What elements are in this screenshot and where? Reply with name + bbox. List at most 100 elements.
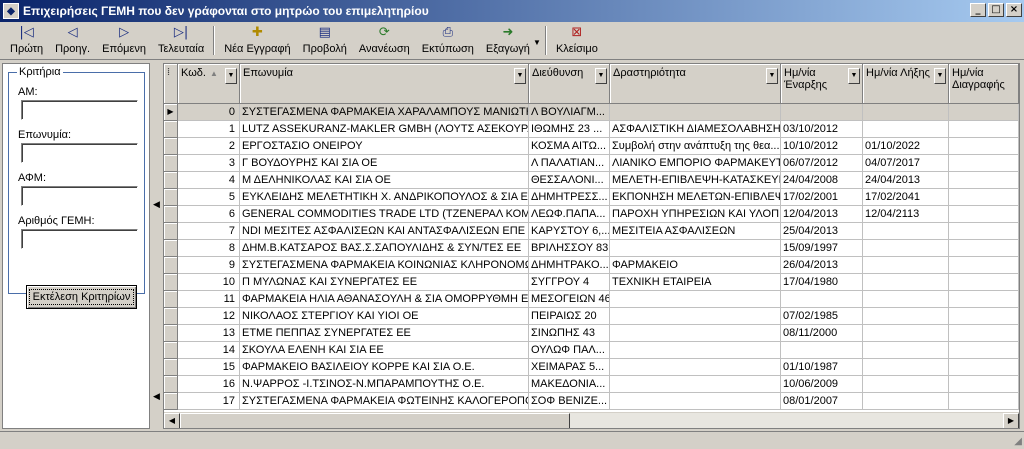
cell-activity[interactable]	[610, 240, 781, 257]
cell-start-date[interactable]: 07/02/1985	[781, 308, 863, 325]
cell-name[interactable]: ΝΙΚΟΛΑΟΣ ΣΤΕΡΓΙΟΥ ΚΑΙ ΥΙΟΙ ΟΕ	[240, 308, 529, 325]
grid-corner[interactable]: ⁞	[164, 64, 178, 104]
cell-end-date[interactable]	[863, 121, 949, 138]
cell-activity[interactable]	[610, 342, 781, 359]
cell-delete-date[interactable]	[949, 206, 1019, 223]
table-row[interactable]: 3Γ ΒΟΥΔΟΥΡΗΣ ΚΑΙ ΣΙΑ ΟΕ Λ ΠΑΛΑΤΙΑΝ... ΛΙΑΝ…	[164, 155, 1019, 172]
cell-delete-date[interactable]	[949, 393, 1019, 410]
cell-activity[interactable]: ΜΕΛΕΤΗ-ΕΠΙΒΛΕΨΗ-ΚΑΤΑΣΚΕΥΗ...	[610, 172, 781, 189]
cell-activity[interactable]: ΠΑΡΟΧΗ ΥΠΗΡΕΣΙΩΝ ΚΑΙ ΥΛΟΠ...	[610, 206, 781, 223]
cell-delete-date[interactable]	[949, 376, 1019, 393]
cell-name[interactable]: ΕΡΓΟΣΤΑΣΙΟ ΟΝΕΙΡΟΥ	[240, 138, 529, 155]
cell-start-date[interactable]	[781, 342, 863, 359]
cell-start-date[interactable]: 12/04/2013	[781, 206, 863, 223]
afm-input[interactable]	[21, 186, 138, 206]
cell-address[interactable]: ΣΟΦ ΒΕΝΙΖΕ...	[529, 393, 610, 410]
table-row[interactable]: 4Μ ΔΕΛΗΝΙΚΟΛΑΣ ΚΑΙ ΣΙΑ ΟΕ ΘΕΣΣΑΛΟΝΙ... ΜΕΛ…	[164, 172, 1019, 189]
column-filter-start-date-button[interactable]: ▼	[848, 68, 860, 84]
cell-code[interactable]: 0	[178, 104, 240, 121]
row-selector[interactable]	[164, 342, 178, 359]
cell-delete-date[interactable]	[949, 308, 1019, 325]
cell-delete-date[interactable]	[949, 342, 1019, 359]
cell-activity[interactable]	[610, 393, 781, 410]
cell-address[interactable]: ΚΑΡΥΣΤΟΥ 6,...	[529, 223, 610, 240]
cell-activity[interactable]	[610, 308, 781, 325]
cell-activity[interactable]	[610, 359, 781, 376]
cell-activity[interactable]	[610, 325, 781, 342]
minimize-button[interactable]: _	[970, 3, 986, 17]
cell-code[interactable]: 9	[178, 257, 240, 274]
cell-address[interactable]: ΠΕΙΡΑΙΩΣ 20	[529, 308, 610, 325]
table-row[interactable]: 16 Ν.ΨΑΡΡΟΣ -Ι.ΤΣΙΝΟΣ-Ν.ΜΠΑΡΑΜΠΟΥΤΗΣ Ο.Ε.…	[164, 376, 1019, 393]
execute-criteria-button[interactable]: Εκτέλεση Κριτηρίων	[26, 285, 137, 309]
table-row[interactable]: 8 ΔΗΜ.Β.ΚΑΤΣΑΡΟΣ ΒΑΣ.Σ.ΣΑΠΟΥΛΙΔΗΣ & ΣΥΝ/Τ…	[164, 240, 1019, 257]
row-selector[interactable]	[164, 121, 178, 138]
cell-name[interactable]: Μ ΔΕΛΗΝΙΚΟΛΑΣ ΚΑΙ ΣΙΑ ΟΕ	[240, 172, 529, 189]
row-selector[interactable]	[164, 393, 178, 410]
column-header-address[interactable]: Διεύθυνση ▼	[529, 64, 610, 104]
cell-start-date[interactable]	[781, 291, 863, 308]
scroll-thumb[interactable]	[180, 413, 570, 428]
column-header-delete-date[interactable]: Ημ/νία Διαγραφής	[949, 64, 1019, 104]
table-row[interactable]: 11 ΦΑΡΜΑΚΕΙΑ ΗΛΙΑ ΑΘΑΝΑΣΟΥΛΗ & ΣΙΑ ΟΜΟΡΡΥ…	[164, 291, 1019, 308]
table-row[interactable]: 5 ΕΥΚΛΕΙΔΗΣ ΜΕΛΕΤΗΤΙΚΗ Χ. ΑΝΔΡΙΚΟΠΟΥΛΟΣ &…	[164, 189, 1019, 206]
gemi-input[interactable]	[21, 229, 138, 249]
row-selector[interactable]	[164, 376, 178, 393]
cell-end-date[interactable]	[863, 376, 949, 393]
cell-activity[interactable]: Συμβολή στην ανάπτυξη της θεα...	[610, 138, 781, 155]
cell-end-date[interactable]: 01/10/2022	[863, 138, 949, 155]
cell-delete-date[interactable]	[949, 172, 1019, 189]
cell-end-date[interactable]	[863, 223, 949, 240]
cell-name[interactable]: ΕΥΚΛΕΙΔΗΣ ΜΕΛΕΤΗΤΙΚΗ Χ. ΑΝΔΡΙΚΟΠΟΥΛΟΣ & …	[240, 189, 529, 206]
cell-activity[interactable]	[610, 104, 781, 121]
cell-address[interactable]: ΒΡΙΛΗΣΣΟΥ 83	[529, 240, 610, 257]
collapse-left-icon[interactable]: ◀	[153, 199, 160, 210]
next-button[interactable]: ▷ Επόμενη	[96, 22, 152, 58]
cell-address[interactable]: ΜΑΚΕΔΟΝΙΑ...	[529, 376, 610, 393]
cell-delete-date[interactable]	[949, 189, 1019, 206]
row-selector[interactable]	[164, 138, 178, 155]
cell-end-date[interactable]	[863, 240, 949, 257]
cell-activity[interactable]: ΕΚΠΟΝΗΣΗ ΜΕΛΕΤΩΝ-ΕΠΙΒΛΕΨ...	[610, 189, 781, 206]
cell-end-date[interactable]: 24/04/2013	[863, 172, 949, 189]
name-input[interactable]	[21, 143, 138, 163]
am-input[interactable]	[21, 100, 138, 120]
panel-splitter[interactable]: ◀ ◀	[152, 63, 162, 429]
row-selector[interactable]	[164, 308, 178, 325]
cell-activity[interactable]: ΑΣΦΑΛΙΣΤΙΚΗ ΔΙΑΜΕΣΟΛΑΒΗΣΗ...	[610, 121, 781, 138]
current-row-indicator-icon[interactable]: ▶	[164, 104, 178, 121]
cell-end-date[interactable]	[863, 325, 949, 342]
collapse-left-icon-2[interactable]: ◀	[153, 391, 160, 402]
table-row[interactable]: 2 ΕΡΓΟΣΤΑΣΙΟ ΟΝΕΙΡΟΥ ΚΟΣΜΑ ΑΙΤΩ... Συμβολή …	[164, 138, 1019, 155]
table-row[interactable]: 14 ΣΚΟΥΛΑ ΕΛΕΝΗ ΚΑΙ ΣΙΑ ΕΕ ΟΥΛΩΦ ΠΑΛ...	[164, 342, 1019, 359]
cell-activity[interactable]: ΦΑΡΜΑΚΕΙΟ	[610, 257, 781, 274]
resize-grip-icon[interactable]: ◢	[1014, 436, 1022, 447]
cell-start-date[interactable]: 08/01/2007	[781, 393, 863, 410]
table-row[interactable]: 1 LUTZ ASSEKURANZ-MAKLER GMBH (ΛΟΥΤΣ ΑΣΕΚ…	[164, 121, 1019, 138]
cell-end-date[interactable]: 17/02/2041	[863, 189, 949, 206]
cell-start-date[interactable]: 01/10/1987	[781, 359, 863, 376]
cell-end-date[interactable]: 04/07/2017	[863, 155, 949, 172]
row-selector[interactable]	[164, 172, 178, 189]
cell-delete-date[interactable]	[949, 223, 1019, 240]
cell-end-date[interactable]: 12/04/2113	[863, 206, 949, 223]
cell-start-date[interactable]: 06/07/2012	[781, 155, 863, 172]
table-row[interactable]: ▶ 0 ΣΥΣΤΕΓΑΣΜΕΝΑ ΦΑΡΜΑΚΕΙΑ ΧΑΡΑΛΑΜΠΟΥΣ ΜΑΝ…	[164, 104, 1019, 121]
cell-code[interactable]: 1	[178, 121, 240, 138]
cell-end-date[interactable]	[863, 274, 949, 291]
cell-name[interactable]: ΦΑΡΜΑΚΕΙΟ ΒΑΣΙΛΕΙΟΥ ΚΟΡΡΕ ΚΑΙ ΣΙΑ Ο.Ε.	[240, 359, 529, 376]
cell-start-date[interactable]: 10/06/2009	[781, 376, 863, 393]
maximize-button[interactable]: □	[988, 3, 1004, 17]
cell-address[interactable]: ΘΕΣΣΑΛΟΝΙ...	[529, 172, 610, 189]
row-selector[interactable]	[164, 359, 178, 376]
column-filter-activity-button[interactable]: ▼	[766, 68, 778, 84]
cell-code[interactable]: 13	[178, 325, 240, 342]
column-filter-address-button[interactable]: ▼	[595, 68, 607, 84]
cell-delete-date[interactable]	[949, 240, 1019, 257]
table-row[interactable]: 9 ΣΥΣΤΕΓΑΣΜΕΝΑ ΦΑΡΜΑΚΕΙΑ ΚΟΙΝΩΝΙΑΣ ΚΛΗΡΟΝ…	[164, 257, 1019, 274]
row-selector[interactable]	[164, 155, 178, 172]
row-selector[interactable]	[164, 223, 178, 240]
cell-code[interactable]: 16	[178, 376, 240, 393]
cell-address[interactable]: Λ ΠΑΛΑΤΙΑΝ...	[529, 155, 610, 172]
export-dropdown-arrow[interactable]: ▼	[532, 22, 542, 59]
